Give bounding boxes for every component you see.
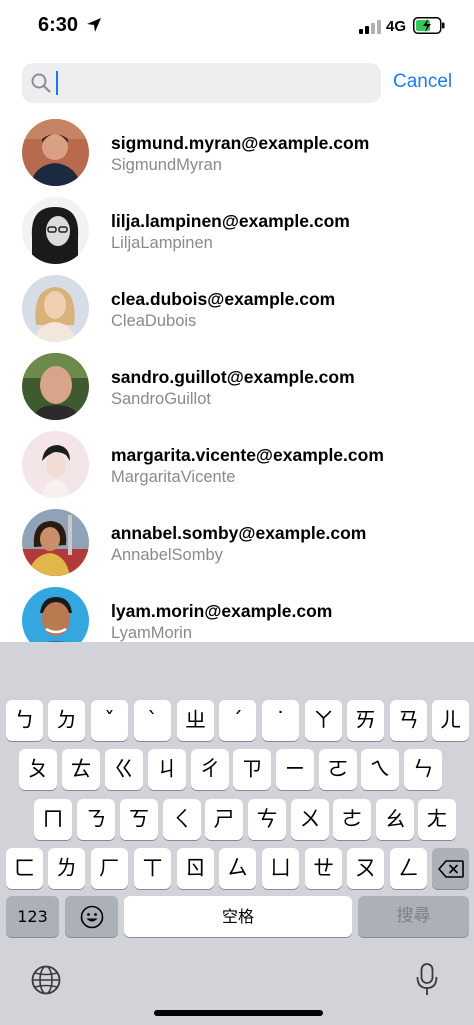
avatar bbox=[22, 275, 89, 342]
cancel-button[interactable]: Cancel bbox=[393, 71, 452, 93]
key-zhuyin[interactable]: ㄈ bbox=[6, 848, 43, 889]
contact-row[interactable]: sigmund.myran@example.com SigmundMyran bbox=[0, 115, 474, 193]
key-zhuyin[interactable]: ㄒ bbox=[134, 848, 171, 889]
contact-row[interactable]: lilja.lampinen@example.com LiljaLampinen bbox=[0, 193, 474, 271]
key-zhuyin[interactable]: ㄆ bbox=[19, 749, 57, 790]
avatar bbox=[22, 587, 89, 642]
key-zhuyin[interactable]: ㄉ bbox=[48, 700, 85, 741]
avatar bbox=[22, 353, 89, 420]
avatar bbox=[22, 509, 89, 576]
contact-row[interactable]: lyam.morin@example.com LyamMorin bbox=[0, 583, 474, 642]
key-zhuyin[interactable]: ㄤ bbox=[418, 799, 456, 840]
key-zhuyin[interactable]: ㄡ bbox=[347, 848, 384, 889]
search-key[interactable]: 搜尋 bbox=[358, 896, 469, 937]
contact-email: clea.dubois@example.com bbox=[111, 289, 336, 309]
key-zhuyin[interactable]: ㄓ bbox=[177, 700, 214, 741]
contact-username: LyamMorin bbox=[111, 624, 192, 642]
key-zhuyin[interactable]: ㄋ bbox=[77, 799, 115, 840]
key-zhuyin[interactable]: ㄔ bbox=[191, 749, 229, 790]
microphone-icon[interactable] bbox=[414, 962, 440, 998]
contact-email: margarita.vicente@example.com bbox=[111, 445, 384, 465]
avatar bbox=[22, 431, 89, 498]
key-tone[interactable]: ˋ bbox=[134, 700, 171, 741]
key-zhuyin[interactable]: ㄐ bbox=[148, 749, 186, 790]
signal-icon bbox=[359, 20, 381, 34]
key-zhuyin[interactable]: ㄖ bbox=[177, 848, 214, 889]
key-zhuyin[interactable]: ㄙ bbox=[219, 848, 256, 889]
key-zhuyin[interactable]: ㄦ bbox=[432, 700, 469, 741]
contact-username: MargaritaVicente bbox=[111, 468, 236, 486]
globe-icon[interactable] bbox=[30, 964, 62, 996]
key-zhuyin[interactable]: ㄎ bbox=[120, 799, 158, 840]
key-zhuyin[interactable]: ㄥ bbox=[390, 848, 427, 889]
key-zhuyin[interactable]: ㄢ bbox=[390, 700, 427, 741]
status-bar: 6:30 4G bbox=[0, 0, 474, 54]
backspace-icon bbox=[437, 859, 464, 878]
contact-username: LiljaLampinen bbox=[111, 234, 213, 252]
key-zhuyin[interactable]: ㄧ bbox=[276, 749, 314, 790]
key-zhuyin[interactable]: ㄕ bbox=[205, 799, 243, 840]
contact-row[interactable]: sandro.guillot@example.com SandroGuillot bbox=[0, 349, 474, 427]
key-zhuyin[interactable]: ㄠ bbox=[376, 799, 414, 840]
battery-charging-icon bbox=[413, 17, 445, 34]
contact-email: lilja.lampinen@example.com bbox=[111, 211, 350, 231]
key-tone[interactable]: ˊ bbox=[219, 700, 256, 741]
key-zhuyin[interactable]: ㄑ bbox=[163, 799, 201, 840]
key-zhuyin[interactable]: ㄞ bbox=[347, 700, 384, 741]
status-time: 6:30 bbox=[38, 14, 79, 36]
contact-list: sigmund.myran@example.com SigmundMyran l… bbox=[0, 115, 474, 642]
key-zhuyin[interactable]: ㄏ bbox=[91, 848, 128, 889]
key-tone[interactable]: ˇ bbox=[91, 700, 128, 741]
search-icon bbox=[31, 73, 51, 93]
key-zhuyin[interactable]: ㄌ bbox=[48, 848, 85, 889]
search-input[interactable] bbox=[56, 69, 366, 97]
key-zhuyin[interactable]: ㄜ bbox=[333, 799, 371, 840]
space-key[interactable]: 空格 bbox=[124, 896, 352, 937]
zhuyin-keyboard: ㄅ ㄉ ˇ ˋ ㄓ ˊ ˙ ㄚ ㄞ ㄢ ㄦ ㄆ ㄊ ㄍ ㄐ ㄔ ㄗ ㄧ ㄛ ㄟ … bbox=[0, 642, 474, 1025]
contact-username: CleaDubois bbox=[111, 312, 197, 330]
backspace-key[interactable] bbox=[432, 848, 469, 889]
key-tone[interactable]: ˙ bbox=[262, 700, 299, 741]
key-zhuyin[interactable]: ㄊ bbox=[62, 749, 100, 790]
key-zhuyin[interactable]: ㄇ bbox=[34, 799, 72, 840]
emoji-icon bbox=[80, 905, 103, 928]
key-zhuyin[interactable]: ㄚ bbox=[305, 700, 342, 741]
location-arrow-icon bbox=[87, 18, 101, 32]
network-label: 4G bbox=[386, 18, 407, 35]
contact-email: sandro.guillot@example.com bbox=[111, 367, 355, 387]
key-zhuyin[interactable]: ㄟ bbox=[361, 749, 399, 790]
search-bar[interactable] bbox=[22, 63, 381, 103]
home-indicator bbox=[154, 1010, 323, 1016]
contact-email: lyam.morin@example.com bbox=[111, 601, 333, 621]
contact-email: annabel.somby@example.com bbox=[111, 523, 367, 543]
contact-row[interactable]: annabel.somby@example.com AnnabelSomby bbox=[0, 505, 474, 583]
text-caret bbox=[56, 71, 58, 95]
key-zhuyin[interactable]: ㄘ bbox=[248, 799, 286, 840]
key-zhuyin[interactable]: ㄝ bbox=[305, 848, 342, 889]
contact-username: AnnabelSomby bbox=[111, 546, 223, 564]
key-zhuyin[interactable]: ㄣ bbox=[404, 749, 442, 790]
key-zhuyin[interactable]: ㄛ bbox=[319, 749, 357, 790]
contact-username: SigmundMyran bbox=[111, 156, 222, 174]
key-zhuyin[interactable]: ㄗ bbox=[233, 749, 271, 790]
key-zhuyin[interactable]: ㄍ bbox=[105, 749, 143, 790]
avatar bbox=[22, 119, 89, 186]
numbers-key[interactable]: 123 bbox=[6, 896, 59, 937]
key-zhuyin[interactable]: ㄩ bbox=[262, 848, 299, 889]
contact-row[interactable]: margarita.vicente@example.com MargaritaV… bbox=[0, 427, 474, 505]
contact-row[interactable]: clea.dubois@example.com CleaDubois bbox=[0, 271, 474, 349]
key-zhuyin[interactable]: ㄅ bbox=[6, 700, 43, 741]
contact-username: SandroGuillot bbox=[111, 390, 211, 408]
emoji-key[interactable] bbox=[65, 896, 118, 937]
contact-email: sigmund.myran@example.com bbox=[111, 133, 370, 153]
avatar bbox=[22, 197, 89, 264]
key-zhuyin[interactable]: ㄨ bbox=[291, 799, 329, 840]
